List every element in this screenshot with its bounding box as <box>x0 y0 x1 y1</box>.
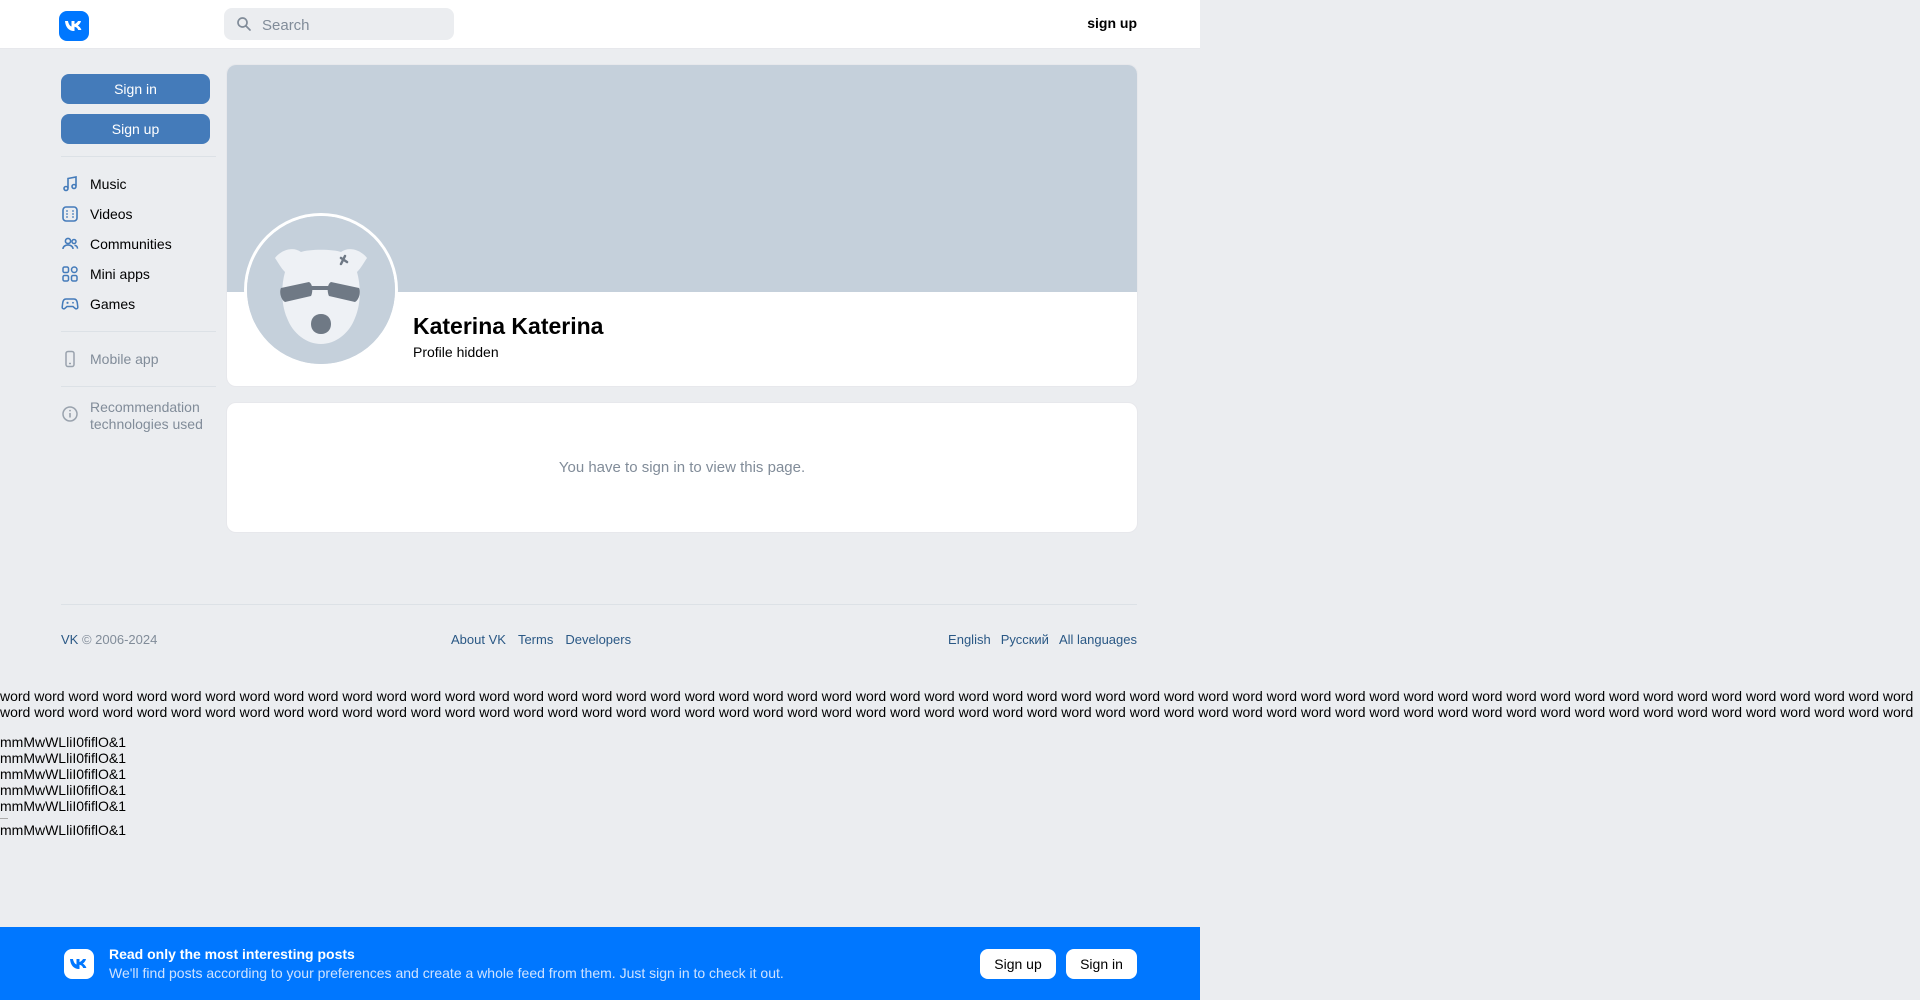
sidebar-item-label: Videos <box>90 206 133 222</box>
sidebar-item-recommendation[interactable]: Recommendation technologies used <box>61 399 216 433</box>
footer-link-developers[interactable]: Developers <box>565 632 631 647</box>
footer-languages: English Русский All languages <box>948 632 1137 647</box>
glyph-line: mmMwWLliI0fiflO&1 <box>0 782 127 798</box>
sidebar-item-label: Games <box>90 296 136 312</box>
footer-links: About VK Terms Developers <box>451 632 631 647</box>
signup-button[interactable]: Sign up <box>61 114 210 144</box>
profile-name: Katerina Katerina <box>413 313 604 339</box>
sidebar-item-label: Mobile app <box>90 351 159 367</box>
glyph-line: mmMwWLliI0fiflO&1 <box>0 734 127 750</box>
language-all[interactable]: All languages <box>1059 632 1137 647</box>
banner-signup-button[interactable]: Sign up <box>980 949 1056 979</box>
signin-button[interactable]: Sign in <box>61 74 210 104</box>
signin-promo-banner: Read only the most interesting posts We'… <box>0 927 1200 1000</box>
glyph-line: mmMwWLliI0fiflO&1 <box>0 750 127 766</box>
mobile-phone-icon <box>61 350 79 368</box>
sidebar-divider <box>61 386 216 387</box>
sidebar-item-mini-apps[interactable]: Mini apps <box>61 259 216 289</box>
gamepad-icon <box>61 295 79 313</box>
sidebar-item-label: Communities <box>90 236 172 252</box>
search-box <box>224 8 454 42</box>
banner-title: Read only the most interesting posts <box>109 946 355 962</box>
language-english[interactable]: English <box>948 632 991 647</box>
signin-required-card: You have to sign in to view this page. <box>226 402 1138 533</box>
raw-word-text: word word word word word word word word … <box>0 688 1914 720</box>
deactivated-dog-avatar-icon <box>247 216 395 364</box>
glyph-line: mmMwWLliI0fiflO&1 <box>0 798 127 814</box>
footer-link-terms[interactable]: Terms <box>518 632 553 647</box>
recommendation-label: Recommendation technologies used <box>90 399 203 433</box>
banner-description: We'll find posts according to your prefe… <box>109 965 784 981</box>
recommendation-line-1: Recommendation <box>90 399 200 415</box>
footer-vk-link[interactable]: VK <box>61 632 78 647</box>
sidebar-item-games[interactable]: Games <box>61 289 216 319</box>
footer-divider <box>61 604 1137 605</box>
music-note-icon <box>61 175 79 193</box>
copyright-text: © 2006-2024 <box>78 632 158 647</box>
sidebar-item-videos[interactable]: Videos <box>61 199 216 229</box>
sidebar-item-mobile-app[interactable]: Mobile app <box>61 344 216 374</box>
vk-logo-icon[interactable] <box>59 11 89 41</box>
search-icon <box>236 16 252 32</box>
raw-glyph-lines: mmMwWLliI0fiflO&1 mmMwWLliI0fiflO&1 mmMw… <box>0 734 126 838</box>
signin-required-message: You have to sign in to view this page. <box>558 459 806 476</box>
header-signup-link[interactable]: sign up <box>1087 15 1137 31</box>
glyph-line: mmMwWLliI0fiflO&1 <box>0 822 127 838</box>
sidebar-divider <box>61 156 216 157</box>
vk-logo-icon <box>64 949 94 979</box>
search-input[interactable] <box>260 8 450 42</box>
sidebar-item-music[interactable]: Music <box>61 169 216 199</box>
avatar[interactable] <box>244 213 398 367</box>
grid-icon <box>61 265 79 283</box>
language-russian[interactable]: Русский <box>1001 632 1049 647</box>
sidebar-item-label: Mini apps <box>90 266 150 282</box>
sidebar-item-label: Music <box>90 176 127 192</box>
glyph-divider <box>0 818 8 819</box>
sidebar-divider <box>61 331 216 332</box>
info-icon <box>61 405 79 423</box>
users-icon <box>61 235 79 253</box>
profile-card: Katerina Katerina Profile hidden <box>226 64 1138 387</box>
footer-copyright: VK © 2006-2024 <box>61 632 157 647</box>
recommendation-line-2: technologies used <box>90 416 203 432</box>
footer-link-about[interactable]: About VK <box>451 632 506 647</box>
video-icon <box>61 205 79 223</box>
top-header: sign up <box>0 0 1200 49</box>
banner-signin-button[interactable]: Sign in <box>1066 949 1137 979</box>
left-sidebar: Sign in Sign up Music Videos Communities… <box>61 74 216 433</box>
sidebar-item-communities[interactable]: Communities <box>61 229 216 259</box>
glyph-line: mmMwWLliI0fiflO&1 <box>0 766 127 782</box>
profile-status: Profile hidden <box>413 344 499 360</box>
